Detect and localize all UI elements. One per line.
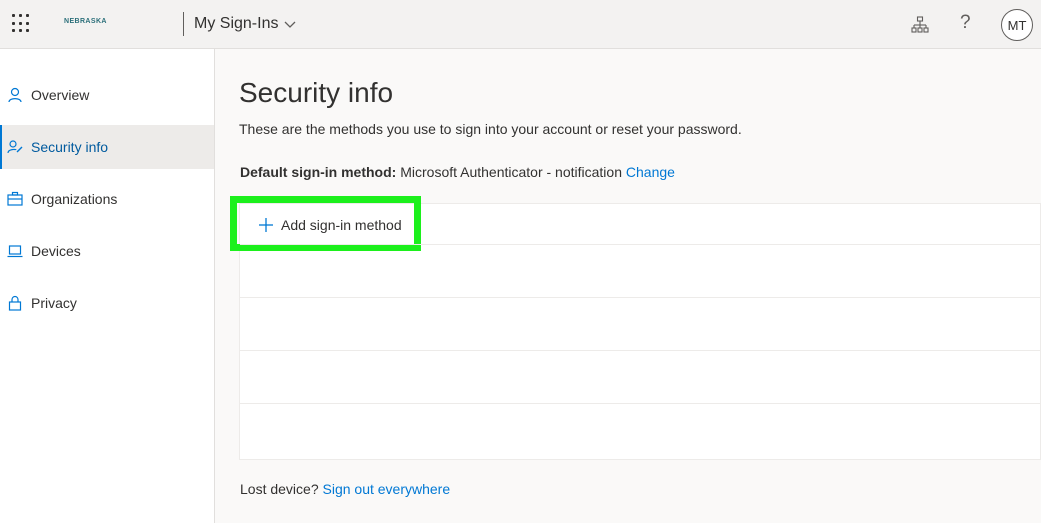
add-sign-in-method-button[interactable]: Add sign-in method: [255, 210, 405, 240]
default-method-row: Default sign-in method: Microsoft Authen…: [240, 164, 675, 180]
sidebar-item-privacy[interactable]: Privacy: [0, 281, 214, 325]
sidebar-item-security-info[interactable]: Security info: [0, 125, 214, 169]
sidebar-item-overview[interactable]: Overview: [0, 73, 214, 117]
default-method-value: Microsoft Authenticator - notification: [400, 164, 622, 180]
sidebar-item-label: Devices: [31, 243, 81, 259]
change-link[interactable]: Change: [626, 164, 675, 180]
lost-device-label: Lost device?: [240, 481, 319, 497]
top-bar: NEBRASKA My Sign-Ins ? MT: [0, 0, 1041, 49]
sidebar-item-label: Overview: [31, 87, 90, 103]
methods-list: Add sign-in method: [230, 196, 1041, 460]
org-logo[interactable]: NEBRASKA: [64, 18, 107, 25]
plus-icon: [259, 218, 273, 232]
security-info-icon: [7, 139, 23, 155]
list-divider: [240, 403, 1041, 404]
list-divider: [240, 297, 1041, 298]
header-divider: [183, 12, 184, 36]
avatar[interactable]: MT: [1001, 9, 1033, 41]
main-content: Security info These are the methods you …: [215, 49, 1041, 523]
list-divider: [240, 350, 1041, 351]
page-description: These are the methods you use to sign in…: [239, 121, 742, 137]
avatar-initials: MT: [1007, 17, 1027, 33]
chevron-down-icon: [285, 21, 296, 28]
add-sign-in-method-label: Add sign-in method: [281, 217, 402, 233]
lost-device-row: Lost device? Sign out everywhere: [240, 481, 450, 497]
default-method-label: Default sign-in method:: [240, 164, 397, 180]
app-title-label: My Sign-Ins: [194, 15, 279, 32]
list-divider: [240, 244, 1041, 245]
sidebar-item-label: Privacy: [31, 295, 77, 311]
waffle-icon[interactable]: [12, 14, 32, 34]
help-icon[interactable]: ?: [960, 12, 971, 34]
briefcase-icon: [7, 191, 23, 207]
sidebar-item-devices[interactable]: Devices: [0, 229, 214, 273]
sidebar: Overview Security info Organizations Dev…: [0, 49, 215, 523]
sidebar-item-label: Security info: [31, 139, 109, 155]
sidebar-item-label: Organizations: [31, 191, 118, 207]
person-icon: [7, 87, 23, 103]
sign-out-everywhere-link[interactable]: Sign out everywhere: [323, 481, 451, 497]
sidebar-item-organizations[interactable]: Organizations: [0, 177, 214, 221]
laptop-icon: [7, 243, 23, 259]
org-chart-icon[interactable]: [911, 16, 929, 34]
app-title[interactable]: My Sign-Ins: [194, 15, 296, 33]
lock-icon: [7, 295, 23, 311]
page-title: Security info: [239, 77, 394, 108]
